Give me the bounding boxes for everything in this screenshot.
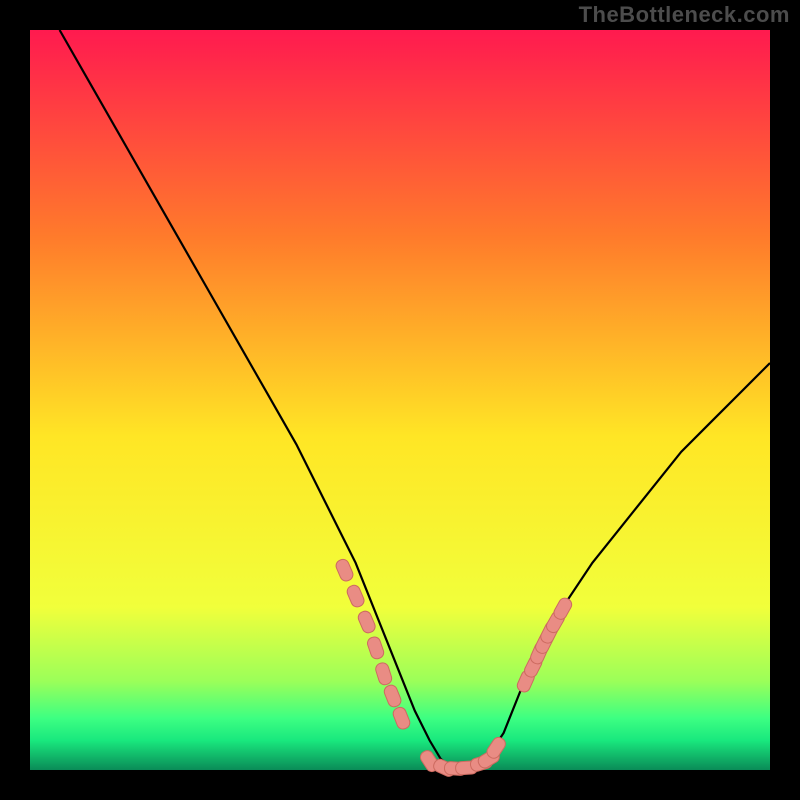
- plot-area: [30, 30, 770, 770]
- chart-stage: { "watermark": "TheBottleneck.com", "col…: [0, 0, 800, 800]
- watermark-text: TheBottleneck.com: [579, 2, 790, 28]
- bottleneck-chart: [0, 0, 800, 800]
